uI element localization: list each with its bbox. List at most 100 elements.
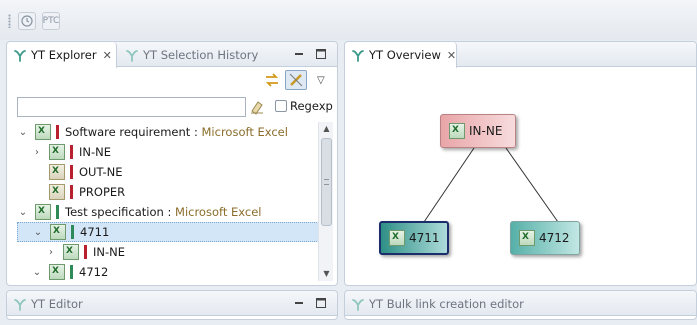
minimize-icon[interactable] <box>291 46 307 62</box>
yt-icon <box>13 297 27 311</box>
tree-item[interactable]: › IN-NE <box>17 242 323 262</box>
excel-icon <box>35 124 51 140</box>
expand-chevron-icon[interactable]: ⌄ <box>32 227 44 238</box>
tree-item-label: Test specification <box>65 205 164 219</box>
tree-item-label: IN-NE <box>93 245 126 259</box>
scrollbar-thumb[interactable] <box>321 138 332 226</box>
ptc-icon[interactable]: PTC <box>42 12 60 30</box>
yt-icon <box>351 297 365 311</box>
graph-node-4711[interactable]: 4711 <box>379 221 449 255</box>
tree-item[interactable]: PROPER <box>17 182 323 202</box>
tree-item-label: OUT-NE <box>79 165 123 179</box>
tree-item-label: 4712 <box>79 265 109 279</box>
view-menu-chevron-icon[interactable]: ▽ <box>317 75 325 86</box>
edge-in-ne-4712 <box>505 147 559 223</box>
excel-icon <box>49 144 65 160</box>
editor-tabbar: YT Editor <box>7 291 337 316</box>
node-label: 4711 <box>409 231 440 245</box>
explorer-tree: ⌄ Software requirement : Microsoft Excel ›… <box>17 122 323 281</box>
expand-chevron-icon[interactable]: ⌄ <box>31 267 43 278</box>
tree-item-separator: : <box>190 125 202 139</box>
excel-icon <box>49 264 65 280</box>
tree-item-label: Software requirement <box>65 125 191 139</box>
tree-item[interactable]: OUT-NE <box>17 162 323 182</box>
excel-broken-icon <box>49 164 65 180</box>
overview-canvas[interactable]: IN-NE 4711 4712 <box>346 68 695 284</box>
tree-item[interactable]: › IN-NE <box>17 142 323 162</box>
scroll-down-icon[interactable]: ▼ <box>319 267 334 281</box>
tree-item-label: 4711 <box>80 225 110 239</box>
excel-icon <box>63 244 79 260</box>
clear-filter-icon[interactable] <box>249 99 265 115</box>
tree-item[interactable]: ⌄ Test specification : Microsoft Excel <box>17 202 323 222</box>
minimize-icon[interactable] <box>291 295 307 311</box>
close-icon[interactable]: ✕ <box>103 49 112 62</box>
tab-yt-bulk-link-creation-editor[interactable]: YT Bulk link creation editor <box>345 291 530 316</box>
node-label: 4712 <box>539 231 570 245</box>
tab-label: YT Selection History <box>143 47 259 62</box>
ptc-label: PTC <box>42 16 60 26</box>
clock-icon[interactable] <box>18 12 36 30</box>
regexp-checkbox[interactable]: Regexp <box>275 99 333 113</box>
requirement-type-marker <box>70 145 73 159</box>
excel-icon <box>389 230 405 246</box>
tree-scrollbar[interactable]: ▲ ▼ <box>318 122 333 281</box>
excel-icon <box>449 123 465 139</box>
scroll-up-icon[interactable]: ▲ <box>319 122 334 136</box>
tree-item-source: Microsoft Excel <box>175 205 262 219</box>
yt-icon <box>351 48 365 62</box>
requirement-type-marker <box>70 165 73 179</box>
yt-icon <box>125 48 139 62</box>
tab-label: YT Overview <box>369 48 441 62</box>
link-with-editor-icon[interactable] <box>285 70 307 90</box>
regexp-label: Regexp <box>290 99 333 113</box>
filter-input[interactable] <box>17 97 246 117</box>
tree-item-label: PROPER <box>79 185 126 199</box>
test-type-marker <box>70 265 73 279</box>
excel-icon <box>35 204 51 220</box>
explorer-view-toolbar: ▽ <box>263 70 325 90</box>
sync-arrows-icon[interactable] <box>263 71 281 89</box>
explorer-panel: YT Explorer ✕ YT Selection History ▽ Reg… <box>6 41 338 286</box>
test-type-marker <box>71 225 74 239</box>
bulk-link-panel: YT Bulk link creation editor <box>344 290 697 320</box>
overview-panel: YT Overview ✕ IN-NE 4711 4712 <box>344 41 697 286</box>
main-toolbar: PTC <box>0 0 697 40</box>
expand-chevron-icon[interactable]: › <box>45 247 57 258</box>
tree-item[interactable]: ⌄ 4712 <box>17 262 323 281</box>
tab-label: YT Bulk link creation editor <box>369 296 524 311</box>
close-icon[interactable]: ✕ <box>447 49 456 62</box>
overview-tabbar: YT Overview ✕ <box>345 42 696 68</box>
toolbar-grip[interactable] <box>8 14 11 28</box>
editor-panel: YT Editor <box>6 290 338 320</box>
expand-chevron-icon[interactable]: › <box>31 147 43 158</box>
tab-yt-explorer[interactable]: YT Explorer ✕ <box>7 42 117 68</box>
test-type-marker <box>56 205 59 219</box>
tab-label: YT Explorer <box>31 48 97 62</box>
node-label: IN-NE <box>469 124 503 138</box>
checkbox-box[interactable] <box>275 100 287 112</box>
tree-item[interactable]: ⌄ 4711 <box>17 222 323 242</box>
excel-broken-icon <box>49 184 65 200</box>
tab-yt-selection-history[interactable]: YT Selection History <box>119 42 264 67</box>
requirement-type-marker <box>84 245 87 259</box>
graph-node-4712[interactable]: 4712 <box>510 221 580 255</box>
excel-icon <box>519 230 535 246</box>
graph-node-in-ne[interactable]: IN-NE <box>440 114 516 148</box>
tab-yt-editor[interactable]: YT Editor <box>7 291 89 316</box>
requirement-type-marker <box>70 185 73 199</box>
bulk-link-tabbar: YT Bulk link creation editor <box>345 291 696 316</box>
tree-item-label: IN-NE <box>79 145 112 159</box>
explorer-tabbar: YT Explorer ✕ YT Selection History <box>7 42 337 68</box>
tree-item[interactable]: ⌄ Software requirement : Microsoft Excel <box>17 122 323 142</box>
edge-in-ne-4711 <box>423 147 475 223</box>
tree-item-separator: : <box>163 205 176 219</box>
tab-label: YT Editor <box>31 296 83 311</box>
expand-chevron-icon[interactable]: ⌄ <box>17 207 29 218</box>
expand-chevron-icon[interactable]: ⌄ <box>17 127 29 138</box>
excel-icon <box>50 224 66 240</box>
tab-yt-overview[interactable]: YT Overview ✕ <box>345 42 457 68</box>
requirement-type-marker <box>56 125 59 139</box>
maximize-icon[interactable] <box>313 295 329 311</box>
maximize-icon[interactable] <box>313 46 329 62</box>
